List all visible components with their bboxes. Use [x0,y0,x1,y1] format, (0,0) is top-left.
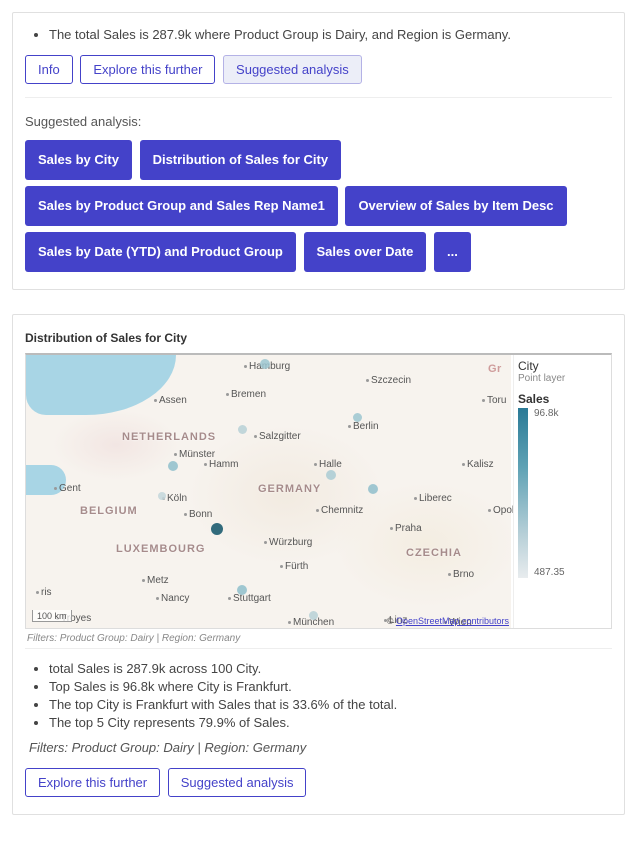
pill-distribution-sales-city[interactable]: Distribution of Sales for City [140,140,342,180]
map-city-label: Praha [390,523,422,534]
pill-more[interactable]: ... [434,232,471,272]
map-bullet: The top 5 City represents 79.9% of Sales… [49,715,612,730]
map-city-label: Nancy [156,593,189,604]
suggested-button-bottom[interactable]: Suggested analysis [168,768,307,797]
map-filters-caption: Filters: Product Group: Dairy | Region: … [25,629,612,649]
map-data-bubble[interactable] [260,359,270,369]
legend-layer-sub: Point layer [518,373,607,384]
pill-sales-date-ytd[interactable]: Sales by Date (YTD) and Product Group [25,232,296,272]
map-city-label: Salzgitter [254,431,301,442]
map-city-label: Brno [448,569,474,580]
pill-overview-itemdesc[interactable]: Overview of Sales by Item Desc [345,186,566,226]
legend-layer-title: City [518,359,607,373]
map-country-label: BELGIUM [80,505,138,517]
map-city-label: Assen [154,395,187,406]
pill-sales-over-date[interactable]: Sales over Date [304,232,427,272]
map-city-label: ris [36,587,52,598]
insight-card-map: Distribution of Sales for City NETHERLAN… [12,314,625,815]
map-data-bubble[interactable] [238,425,247,434]
map-city-label: Fürth [280,561,308,572]
map-city-label: Stuttgart [228,593,271,604]
map-bullet: total Sales is 287.9k across 100 City. [49,661,612,676]
action-row: Info Explore this further Suggested anal… [25,52,612,87]
map-city-label: Berlin [348,421,379,432]
explore-button-bottom[interactable]: Explore this further [25,768,160,797]
pill-sales-prodgroup-rep[interactable]: Sales by Product Group and Sales Rep Nam… [25,186,338,226]
legend-metric: Sales [518,392,607,406]
map-insight-bullets: total Sales is 287.9k across 100 City. T… [49,661,612,730]
map-city-label: Liberec [414,493,452,504]
map-city-label: Bremen [226,389,266,400]
map-legend: City Point layer Sales 96.8k 487.35 [513,355,611,628]
map-city-label: Halle [314,459,342,470]
insight-bullet: The total Sales is 287.9k where Product … [49,27,612,42]
chart-title: Distribution of Sales for City [25,331,612,345]
legend-gradient: 96.8k 487.35 [518,408,607,578]
legend-max: 96.8k [534,408,565,419]
map-country-label: LUXEMBOURG [116,543,205,555]
suggested-container: Suggested analysis: Sales by City Distri… [25,97,612,275]
map-country-label: CZECHIA [406,547,462,559]
map-data-bubble[interactable] [309,611,318,620]
map-canvas[interactable]: NETHERLANDS GERMANY BELGIUM LUXEMBOURG CZECH… [26,355,511,628]
map-data-bubble[interactable] [353,413,362,422]
map-city-label: Szczecin [366,375,411,386]
map-bullet: Top Sales is 96.8k where City is Frankfu… [49,679,612,694]
map-city-label: Toru [482,395,506,406]
gradient-labels: 96.8k 487.35 [534,408,565,578]
map-data-bubble[interactable] [237,585,247,595]
info-button[interactable]: Info [25,55,73,84]
osm-prefix: © [387,616,396,626]
map-city-label: Kalisz [462,459,494,470]
map-country-label: NETHERLANDS [122,431,216,443]
action-row-bottom: Explore this further Suggested analysis [25,765,612,800]
map-city-label: Metz [142,575,169,586]
map-city-label: Gent [54,483,81,494]
map-data-bubble[interactable] [168,461,178,471]
map-bullet: The top City is Frankfurt with Sales tha… [49,697,612,712]
map-country-label: GERMANY [258,483,321,495]
osm-link[interactable]: OpenStreetMap contributors [396,616,509,626]
map-attribution: © OpenStreetMap contributors [387,616,509,626]
map-chart[interactable]: NETHERLANDS GERMANY BELGIUM LUXEMBOURG CZECH… [25,353,612,629]
pill-row: Sales by City Distribution of Sales for … [25,137,612,275]
explore-button[interactable]: Explore this further [80,55,215,84]
map-city-label: Würzburg [264,537,312,548]
map-scale: 100 km [32,610,72,622]
map-data-bubble[interactable] [211,523,223,535]
pill-sales-by-city[interactable]: Sales by City [25,140,132,180]
map-data-bubble[interactable] [158,492,166,500]
map-city-label: Chemnitz [316,505,363,516]
suggested-button[interactable]: Suggested analysis [223,55,362,84]
map-city-label: Bonn [184,509,212,520]
gradient-bar [518,408,528,578]
map-filters-large: Filters: Product Group: Dairy | Region: … [29,740,612,755]
legend-min: 487.35 [534,567,565,578]
map-data-bubble[interactable] [368,484,378,494]
suggested-heading: Suggested analysis: [25,114,612,129]
insight-bullets: The total Sales is 287.9k where Product … [49,27,612,42]
map-city-label: Hamm [204,459,238,470]
map-data-bubble[interactable] [326,470,336,480]
map-region-label: Gr [488,363,502,375]
insight-card-top: The total Sales is 287.9k where Product … [12,12,625,290]
